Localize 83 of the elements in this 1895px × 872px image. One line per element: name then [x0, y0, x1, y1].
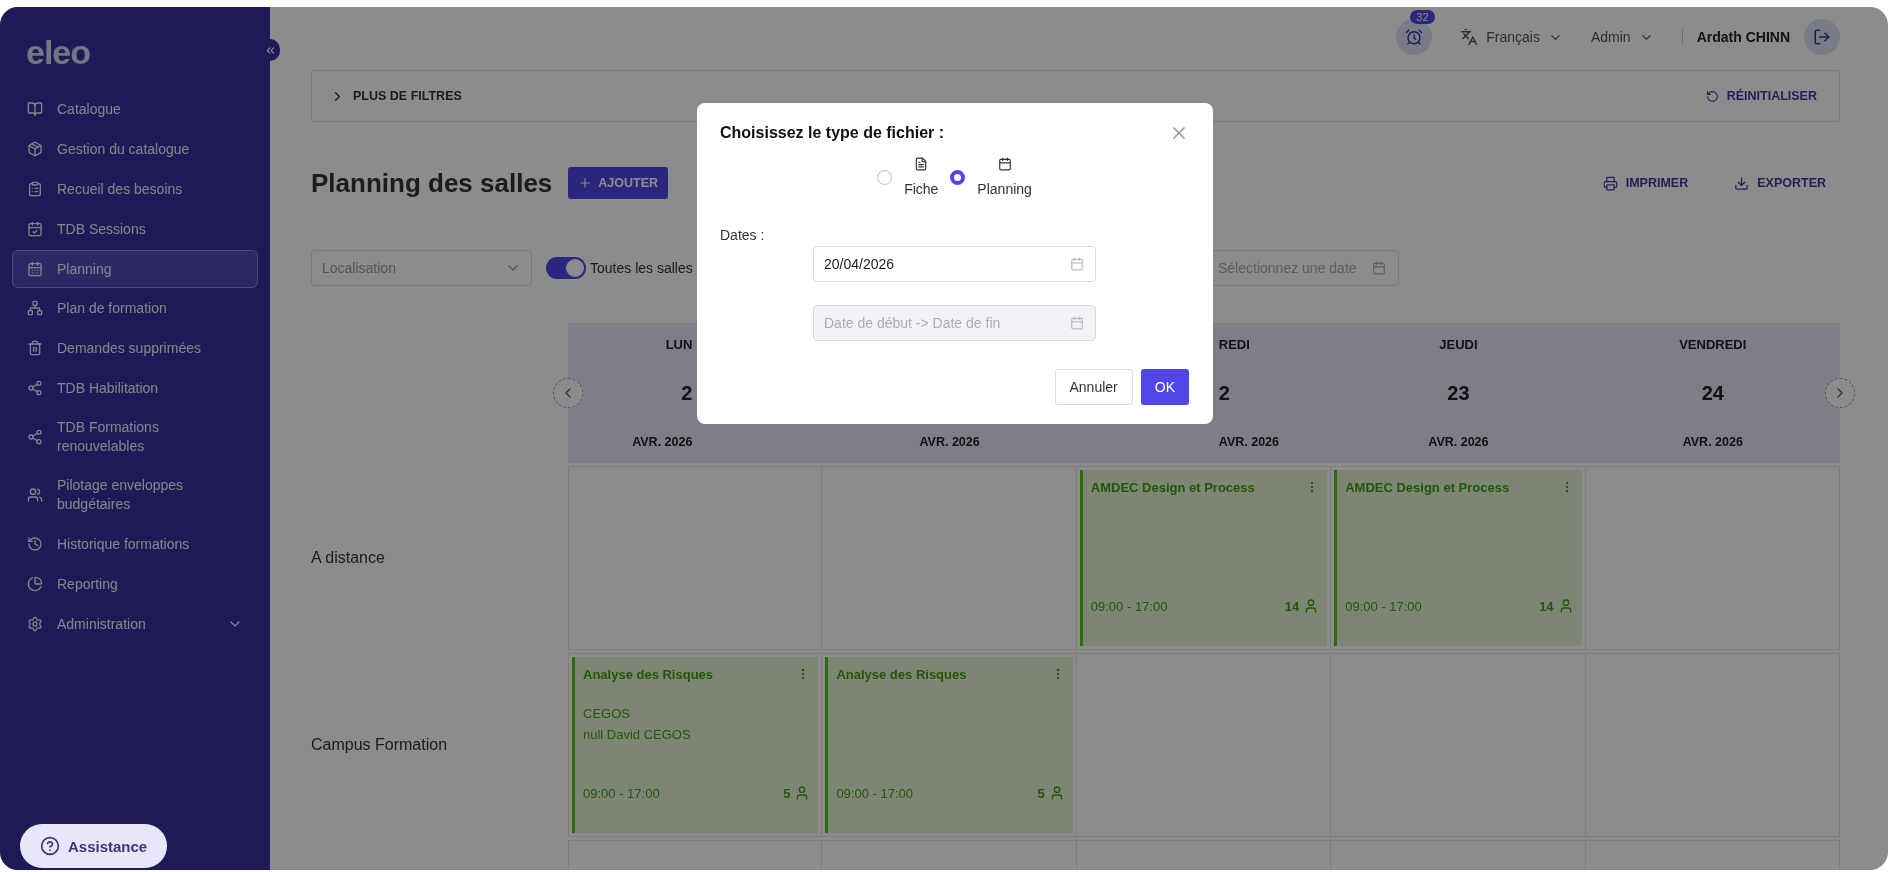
- print-button[interactable]: IMPRIMER: [1602, 175, 1689, 191]
- box-icon: [27, 141, 43, 157]
- participant-count: 5: [783, 785, 811, 801]
- session-time: 09:00 - 17:00: [583, 785, 660, 801]
- help-icon: [40, 836, 60, 856]
- ok-button[interactable]: OK: [1140, 369, 1189, 405]
- session-title: Analyse des Risques: [583, 667, 714, 682]
- trash-icon: [27, 340, 43, 356]
- calendar-icon: [1070, 257, 1084, 271]
- session-time: 09:00 - 17:00: [1345, 598, 1422, 614]
- download-icon: [1734, 175, 1750, 191]
- calendar-icon: [27, 261, 43, 277]
- calendar-check-icon: [27, 221, 43, 237]
- users-icon: [27, 487, 43, 503]
- session-detail: null David CEGOS: [583, 727, 692, 742]
- participant-count: 5: [1037, 785, 1065, 801]
- sidebar-item[interactable]: TDB Formations renouvelables: [12, 409, 258, 465]
- session-title: Analyse des Risques: [836, 667, 967, 682]
- radio-button[interactable]: [950, 169, 966, 185]
- reset-button[interactable]: RÉINITIALISER: [1705, 89, 1817, 103]
- calendar-icon: [1070, 316, 1084, 330]
- location-select[interactable]: Localisation: [311, 250, 532, 286]
- printer-icon: [1602, 175, 1618, 191]
- logo: eleo: [26, 33, 92, 72]
- sidebar-item[interactable]: Plan de formation: [12, 289, 258, 327]
- role-dropdown[interactable]: Admin: [1590, 29, 1654, 45]
- date-input[interactable]: 20/04/2026: [813, 246, 1096, 282]
- calendar-icon: [1372, 261, 1386, 275]
- sidebar-item[interactable]: Gestion du catalogue: [12, 130, 258, 168]
- toggle-switch[interactable]: [546, 257, 586, 279]
- alarm-button[interactable]: [1396, 19, 1433, 55]
- day-header: VENDREDI 24 AVR. 2026: [1585, 323, 1840, 463]
- document-icon: [914, 157, 929, 171]
- dialog-title: Choisissez le type de fichier :: [720, 124, 945, 142]
- hierarchy-icon: [27, 300, 43, 316]
- calendar-icon: [997, 157, 1012, 171]
- reset-icon: [1705, 89, 1719, 103]
- logout-button[interactable]: [1804, 19, 1840, 55]
- session-time: 09:00 - 17:00: [1090, 598, 1168, 614]
- session-time: 09:00 - 17:00: [836, 785, 913, 801]
- sidebar-item[interactable]: Historique formations: [12, 525, 258, 563]
- plus-icon: [578, 176, 593, 190]
- room-label: A distance: [311, 549, 385, 567]
- sidebar-item[interactable]: TDB Sessions: [12, 210, 258, 248]
- sidebar-item[interactable]: Recueil des besoins: [12, 170, 258, 208]
- history-icon: [27, 536, 43, 552]
- room-label: Campus Formation: [311, 736, 448, 754]
- dates-label: Dates :: [720, 227, 766, 243]
- more-filters-toggle[interactable]: PLUS DE FILTRES: [330, 88, 462, 104]
- assistance-button[interactable]: Assistance: [20, 824, 168, 868]
- clipboard-icon: [27, 181, 43, 197]
- gear-icon: [27, 616, 43, 632]
- sidebar-item[interactable]: TDB Habilitation: [12, 369, 258, 407]
- participant-count: 14: [1539, 598, 1574, 614]
- session-detail: CEGOS: [583, 706, 631, 721]
- notification-badge: 32: [1410, 10, 1435, 24]
- cancel-button[interactable]: Annuler: [1054, 369, 1133, 405]
- radio-label: Planning: [977, 181, 1032, 197]
- logout-icon: [1813, 28, 1831, 46]
- day-header: JEUDI 23 AVR. 2026: [1331, 323, 1586, 463]
- session-title: AMDEC Design et Process: [1090, 480, 1255, 495]
- book-icon: [27, 101, 43, 117]
- sidebar-item[interactable]: Planning: [12, 250, 258, 288]
- add-button[interactable]: AJOUTER: [568, 167, 669, 199]
- next-button[interactable]: [1825, 378, 1855, 408]
- sidebar-item[interactable]: Demandes supprimées: [12, 329, 258, 367]
- pie-chart-icon: [27, 576, 43, 592]
- sidebar-item[interactable]: Catalogue: [12, 90, 258, 128]
- session-title: AMDEC Design et Process: [1345, 480, 1510, 495]
- sidebar-item[interactable]: Reporting: [12, 565, 258, 603]
- user-name: Ardath CHINN: [1681, 29, 1790, 45]
- alarm-clock-icon: [1405, 28, 1424, 46]
- radio-label: Fiche: [904, 181, 939, 197]
- sidebar-item[interactable]: Pilotage enveloppes budgétaires: [12, 467, 258, 523]
- export-button[interactable]: EXPORTER: [1734, 175, 1826, 191]
- nodes-icon: [27, 380, 43, 396]
- sidebar-item[interactable]: Administration: [12, 605, 258, 643]
- nodes-icon: [27, 429, 43, 445]
- page-title: Planning des salles: [311, 167, 553, 199]
- language-icon: [1460, 28, 1479, 46]
- language-dropdown[interactable]: Français: [1460, 28, 1563, 46]
- participant-count: 14: [1284, 598, 1320, 614]
- toggle-label: Toutes les salles: [590, 260, 693, 276]
